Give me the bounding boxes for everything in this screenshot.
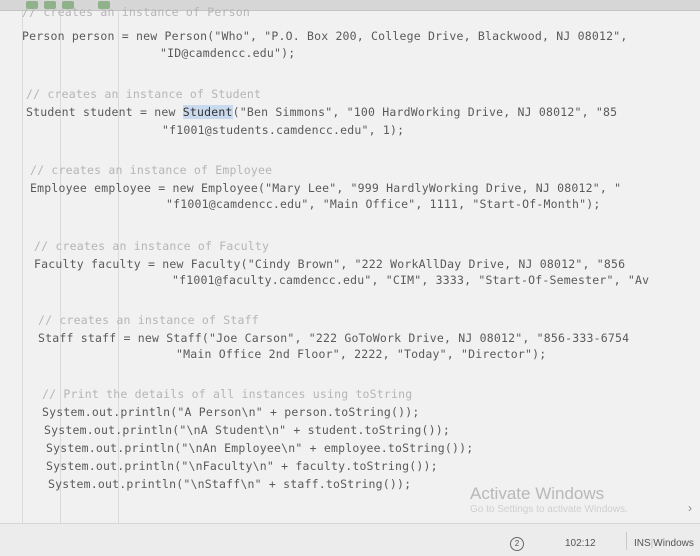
line-ending: Windows: [653, 538, 694, 549]
code-line: // creates an instance of Student: [26, 87, 262, 101]
code-line: "f1001@students.camdencc.edu", 1);: [162, 123, 405, 137]
code-line: Student student = new Student("Ben Simmo…: [26, 105, 618, 119]
code-line: // Print the details of all instances us…: [42, 387, 413, 401]
notification-badge[interactable]: 2: [510, 537, 524, 551]
code-line: Person person = new Person("Who", "P.O. …: [22, 29, 628, 43]
code-line: // creates an instance of Person: [22, 5, 250, 19]
code-line: "Main Office 2nd Floor", 2222, "Today", …: [176, 347, 547, 361]
code-line: "ID@camdencc.edu");: [160, 46, 296, 60]
code-line: System.out.println("\nStaff\n" + staff.t…: [48, 477, 412, 491]
code-line: System.out.println("\nAn Employee\n" + e…: [46, 441, 474, 455]
code-line: System.out.println("\nFaculty\n" + facul…: [46, 459, 438, 473]
insert-mode-label: INS: [634, 538, 651, 549]
code-line: // creates an instance of Employee: [30, 163, 273, 177]
code-line: Employee employee = new Employee("Mary L…: [30, 181, 622, 195]
activate-windows-subtitle[interactable]: Go to Settings to activate Windows.: [470, 504, 628, 515]
code-line: // creates an instance of Staff: [38, 313, 259, 327]
code-line: System.out.println("\nA Student\n" + stu…: [44, 423, 451, 437]
code-line: Staff staff = new Staff("Joe Carson", "2…: [38, 331, 630, 345]
code-line: "f1001@camdencc.edu", "Main Office", 111…: [166, 197, 601, 211]
activate-windows-title: Activate Windows: [470, 484, 605, 503]
code-line: "f1001@faculty.camdencc.edu", "CIM", 333…: [172, 273, 650, 287]
cursor-position[interactable]: 102:12: [565, 538, 596, 549]
code-line: // creates an instance of Faculty: [34, 239, 270, 253]
divider: [626, 532, 627, 550]
code-editor[interactable]: // creates an instance of Person Person …: [0, 5, 700, 523]
status-bar: 2 102:12 INS|Windows: [0, 523, 700, 556]
code-line: System.out.println("A Person\n" + person…: [42, 405, 420, 419]
chevron-right-icon[interactable]: ›: [688, 501, 692, 515]
code-line: Faculty faculty = new Faculty("Cindy Bro…: [34, 257, 626, 271]
highlighted-token: Student: [182, 105, 233, 119]
indent-guide: [22, 11, 23, 523]
insert-mode[interactable]: INS|Windows: [634, 538, 694, 549]
